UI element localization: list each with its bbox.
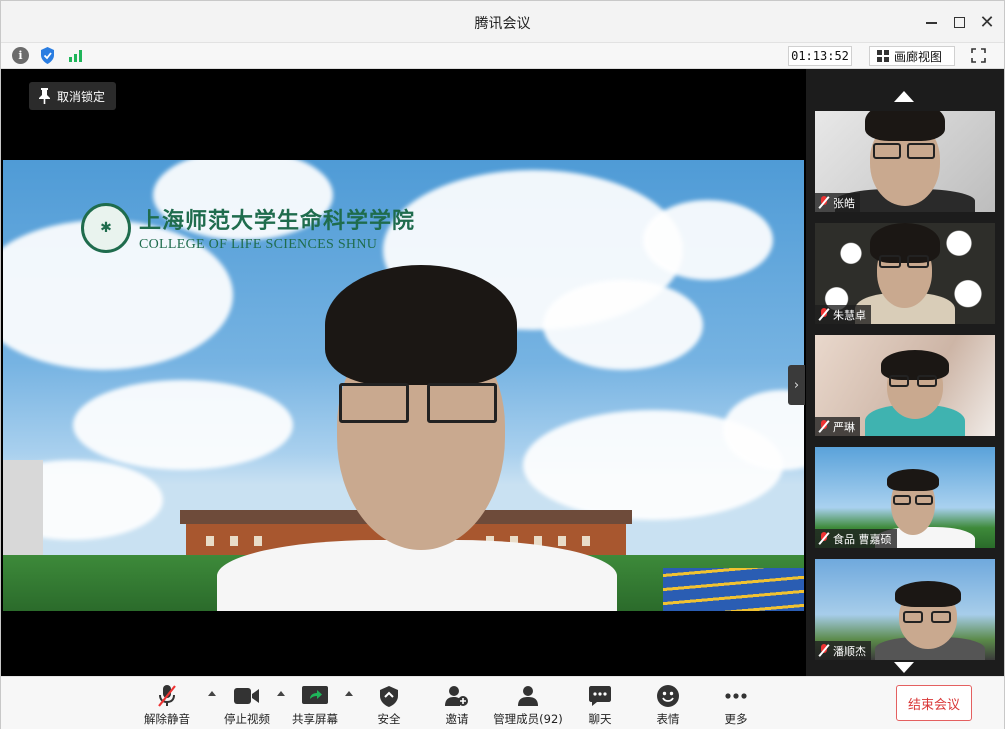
title-bar: 腾讯会议 ✕ (1, 1, 1004, 43)
mic-muted-icon (157, 684, 177, 708)
share-options-caret[interactable] (345, 691, 353, 696)
share-screen-icon (302, 684, 328, 708)
mic-muted-icon (818, 420, 830, 433)
security-label: 安全 (377, 712, 401, 726)
background-stands (663, 568, 804, 611)
college-seal-icon: ✱ (81, 203, 131, 253)
main-speaker (217, 265, 617, 611)
unmute-button[interactable]: 解除静音 (132, 684, 202, 727)
participant-name: 朱慧卓 (833, 308, 866, 322)
invite-label: 邀请 (445, 712, 469, 726)
close-button[interactable]: ✕ (975, 11, 999, 33)
participant-name: 张皓 (833, 196, 855, 210)
fullscreen-icon[interactable] (971, 48, 986, 63)
college-name-en: COLLEGE OF LIFE SCIENCES SHNU (139, 237, 378, 252)
participant-video-panel: 张皓 朱慧卓 严琳 食品 曹嘉硕 潘顺杰 (806, 69, 1004, 676)
maximize-icon (953, 16, 965, 28)
info-icon[interactable]: i (12, 47, 29, 64)
main-video-stage: 取消锁定 ✱ 上海师范大学生命科学学院 COLLEGE OF LIFE SCIE… (1, 69, 806, 676)
minimize-icon (925, 22, 937, 24)
participant-tile[interactable]: 潘顺杰 (815, 559, 995, 660)
participant-name-tag: 朱慧卓 (815, 305, 871, 324)
participant-name-tag: 张皓 (815, 193, 860, 212)
meeting-info-bar: i 01:13:52 画廊视图 (1, 43, 1004, 69)
more-button[interactable]: 更多 (701, 684, 771, 727)
mic-muted-icon (818, 532, 830, 545)
scroll-up-icon[interactable] (894, 91, 914, 102)
meeting-toolbar: 解除静音 停止视频 共享屏幕 安全 邀请 管理成员(92) 聊天 表情 更多 结… (1, 676, 1004, 729)
participant-name-tag: 食品 曹嘉硕 (815, 529, 897, 548)
chat-button[interactable]: 聊天 (565, 684, 635, 727)
collapse-panel-button[interactable]: › (788, 365, 805, 405)
college-name-cn: 上海师范大学生命科学学院 (139, 208, 416, 234)
mic-muted-icon (818, 644, 830, 657)
minimize-button[interactable] (919, 11, 943, 33)
more-label: 更多 (724, 712, 748, 726)
shield-icon (380, 684, 398, 708)
signal-icon[interactable] (67, 47, 84, 64)
participant-tile[interactable]: 朱慧卓 (815, 223, 995, 324)
unmute-label: 解除静音 (144, 712, 190, 726)
smile-icon (657, 684, 679, 708)
share-screen-button[interactable]: 共享屏幕 (280, 684, 350, 727)
reactions-button[interactable]: 表情 (633, 684, 703, 727)
meeting-window: 腾讯会议 ✕ i 01:13:52 画廊视图 取消锁定 ✱ 上海师范大学生命科学… (0, 0, 1005, 729)
mic-muted-icon (818, 196, 830, 209)
participant-name: 严琳 (833, 420, 855, 434)
participant-tile[interactable]: 张皓 (815, 111, 995, 212)
more-icon (725, 684, 747, 708)
participant-name: 潘顺杰 (833, 644, 866, 658)
invite-button[interactable]: 邀请 (422, 684, 492, 727)
stop-video-label: 停止视频 (224, 712, 270, 726)
scroll-down-icon[interactable] (894, 662, 914, 673)
share-screen-label: 共享屏幕 (292, 712, 338, 726)
chevron-right-icon: › (793, 377, 800, 393)
participant-name-tag: 严琳 (815, 417, 860, 436)
manage-members-button[interactable]: 管理成员(92) (493, 684, 563, 727)
unlock-button[interactable]: 取消锁定 (29, 82, 116, 110)
security-button[interactable]: 安全 (354, 684, 424, 727)
chat-label: 聊天 (588, 712, 612, 726)
chat-icon (589, 684, 611, 708)
participant-name: 食品 曹嘉硕 (833, 532, 892, 546)
mic-muted-icon (818, 308, 830, 321)
college-logo: ✱ 上海师范大学生命科学学院 COLLEGE OF LIFE SCIENCES … (81, 203, 415, 253)
unlock-label: 取消锁定 (57, 89, 106, 104)
meeting-timer: 01:13:52 (788, 46, 852, 66)
members-icon (517, 684, 539, 708)
participant-name-tag: 潘顺杰 (815, 641, 871, 660)
gallery-view-label: 画廊视图 (894, 49, 943, 64)
add-user-icon (445, 684, 469, 708)
manage-members-label: 管理成员(92) (493, 712, 563, 726)
end-meeting-button[interactable]: 结束会议 (896, 685, 972, 721)
maximize-button[interactable] (947, 11, 971, 33)
grid-icon (877, 50, 889, 62)
shield-icon[interactable] (39, 47, 56, 64)
window-title: 腾讯会议 (474, 16, 531, 32)
main-speaker-video[interactable]: ✱ 上海师范大学生命科学学院 COLLEGE OF LIFE SCIENCES … (3, 160, 804, 611)
gallery-view-button[interactable]: 画廊视图 (869, 46, 955, 66)
pin-icon (39, 88, 50, 104)
stop-video-button[interactable]: 停止视频 (212, 684, 282, 727)
participant-tile[interactable]: 严琳 (815, 335, 995, 436)
reactions-label: 表情 (656, 712, 680, 726)
close-icon: ✕ (979, 11, 995, 33)
camera-icon (234, 684, 260, 708)
participant-tile[interactable]: 食品 曹嘉硕 (815, 447, 995, 548)
